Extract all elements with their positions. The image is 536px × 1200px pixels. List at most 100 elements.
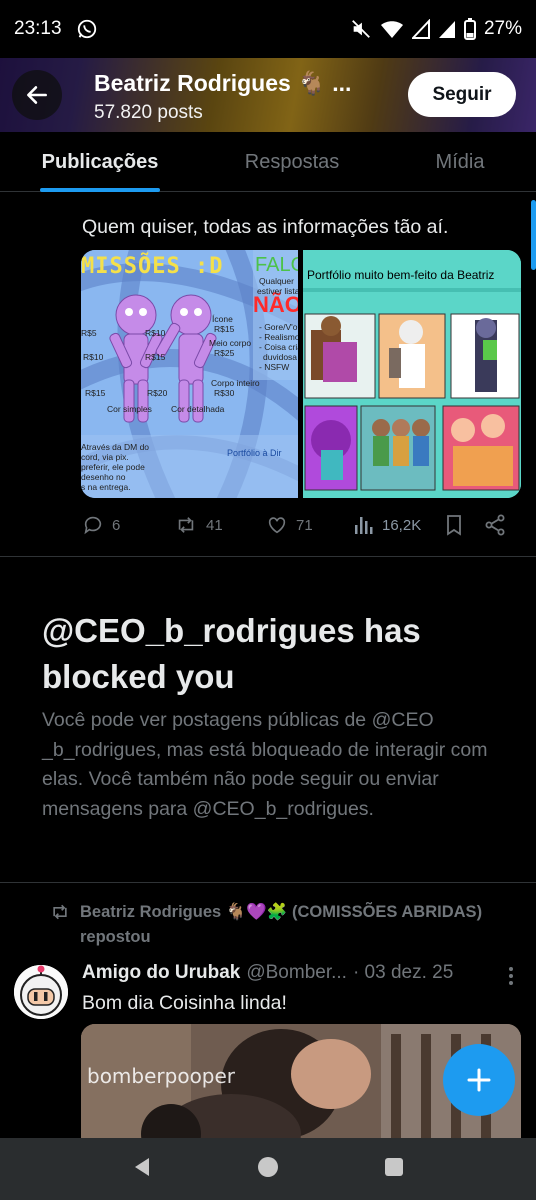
status-time: 23:13 bbox=[14, 18, 62, 39]
commission-text: R$5 bbox=[81, 328, 97, 338]
commission-text: - NSFW bbox=[259, 362, 290, 372]
commission-text: R$15 bbox=[85, 388, 106, 398]
mute-icon bbox=[350, 18, 372, 40]
commission-text: Através da DM do bbox=[81, 442, 150, 452]
author-handle[interactable]: @Bomber... bbox=[246, 962, 347, 984]
repost-icon bbox=[178, 517, 194, 533]
reply-button[interactable]: 6 bbox=[82, 514, 174, 536]
reply-icon bbox=[84, 516, 102, 535]
views-button[interactable]: 16,2K bbox=[354, 515, 444, 535]
nav-back-button[interactable] bbox=[131, 1155, 153, 1184]
tab-label: Publicações bbox=[41, 150, 159, 173]
repost-suffix: repostou bbox=[80, 928, 151, 946]
post-author-line: Amigo do Urubak @Bomber... · 03 dez. 25 bbox=[82, 962, 453, 984]
follow-button[interactable]: Seguir bbox=[408, 72, 516, 117]
circle-home-icon bbox=[257, 1156, 278, 1177]
heart-icon bbox=[268, 517, 286, 534]
bookmark-button[interactable] bbox=[444, 514, 484, 536]
tab-publicacoes[interactable]: Publicações bbox=[0, 132, 200, 192]
commission-text: R$15 bbox=[214, 324, 235, 334]
repost-author[interactable]: Beatriz Rodrigues 🐐💜🧩 (COMISSÕES ABRIDAS… bbox=[80, 903, 482, 921]
commission-text: desenho no bbox=[81, 472, 126, 482]
profile-tabs: Publicações Respostas Mídia bbox=[0, 132, 536, 192]
commission-text: - Gore/V'ol bbox=[259, 322, 298, 332]
commission-text: R$15 bbox=[145, 352, 166, 362]
commission-text: - Realismo bbox=[259, 332, 298, 342]
nav-recents-button[interactable] bbox=[383, 1156, 405, 1183]
post-date: · 03 dez. 25 bbox=[352, 962, 454, 983]
repost-count: 41 bbox=[206, 516, 223, 534]
commission-text: Cor simples bbox=[107, 404, 152, 414]
more-options-icon[interactable] bbox=[508, 966, 514, 991]
tab-label: Respostas bbox=[244, 150, 340, 173]
bookmark-icon bbox=[447, 515, 461, 536]
commission-text: Ícone bbox=[212, 314, 233, 324]
commission-text: - Coisa cria bbox=[259, 342, 298, 352]
tab-midia[interactable]: Mídia bbox=[384, 132, 536, 192]
divider bbox=[0, 556, 536, 557]
view-count: 16,2K bbox=[382, 516, 422, 534]
post-count: 57.820 posts bbox=[94, 102, 203, 123]
portfolio-image[interactable]: Portfólio muito bem-feito da Beatriz bbox=[303, 250, 521, 498]
commission-sheet-image[interactable]: MISSÕES :D FALO NÃO Qualquer estiver lis… bbox=[81, 250, 298, 498]
wifi-icon bbox=[380, 18, 404, 40]
portfolio-collage bbox=[303, 250, 521, 498]
signal-icon bbox=[411, 19, 430, 39]
square-recents-icon bbox=[384, 1157, 403, 1176]
commission-text: Portfólio à Dir bbox=[227, 448, 282, 458]
commission-text: cord, via pix. bbox=[81, 452, 129, 462]
blocked-title: @CEO_b_rodrigues has blocked you bbox=[42, 612, 421, 695]
repost-text: Beatriz Rodrigues 🐐💜🧩 (COMISSÕES ABRIDAS… bbox=[80, 900, 482, 950]
tab-label: Mídia bbox=[435, 150, 485, 173]
commission-text: s na entrega. bbox=[81, 482, 131, 492]
bomberman-avatar-icon bbox=[14, 965, 68, 1019]
battery-percent: 27% bbox=[483, 18, 522, 39]
status-bar: 23:13 27% bbox=[0, 0, 536, 58]
analytics-icon bbox=[355, 517, 373, 534]
commission-text: R$25 bbox=[214, 348, 235, 358]
portfolio-title: Portfólio muito bem-feito da Beatriz bbox=[307, 268, 495, 282]
whatsapp-icon bbox=[76, 18, 98, 40]
repost-indicator: Beatriz Rodrigues 🐐💜🧩 (COMISSÕES ABRIDAS… bbox=[50, 900, 530, 950]
blocked-description: Você pode ver postagens públicas de @CEO… bbox=[42, 709, 488, 820]
arrow-left-icon bbox=[27, 86, 47, 104]
author-name[interactable]: Amigo do Urubak bbox=[82, 962, 240, 984]
scrollbar[interactable] bbox=[531, 200, 536, 270]
battery-icon bbox=[463, 18, 476, 40]
avatar[interactable] bbox=[14, 965, 68, 1019]
repost-button[interactable]: 41 bbox=[174, 514, 266, 536]
post-media-grid[interactable]: MISSÕES :D FALO NÃO Qualquer estiver lis… bbox=[81, 250, 521, 498]
share-button[interactable] bbox=[484, 514, 514, 536]
plus-icon bbox=[467, 1068, 491, 1092]
commission-text: Qualquer bbox=[259, 276, 294, 286]
tab-respostas[interactable]: Respostas bbox=[200, 132, 384, 192]
video-watermark: bomberpooper bbox=[87, 1064, 236, 1088]
commission-text: Cor detalhada bbox=[171, 404, 225, 414]
triangle-back-icon bbox=[135, 1157, 150, 1176]
like-button[interactable]: 71 bbox=[266, 514, 354, 536]
divider bbox=[0, 882, 536, 883]
post-text: Bom dia Coisinha linda! bbox=[82, 992, 287, 1014]
signal-icon bbox=[438, 19, 456, 39]
commission-text: R$10 bbox=[145, 328, 166, 338]
commission-text: preferir, ele pode bbox=[81, 462, 145, 472]
post-actions: 6 41 71 16,2K bbox=[82, 510, 522, 540]
profile-name: Beatriz Rodrigues 🐐 ... bbox=[94, 70, 352, 96]
share-icon bbox=[485, 514, 505, 536]
nav-home-button[interactable] bbox=[256, 1155, 280, 1184]
post-text: Quem quiser, todas as informações tão aí… bbox=[82, 216, 449, 238]
repost-icon bbox=[53, 904, 67, 920]
commission-text: duvidosa bbox=[263, 352, 298, 362]
commission-text: R$20 bbox=[147, 388, 168, 398]
tab-active-indicator bbox=[40, 188, 160, 192]
compose-button[interactable] bbox=[443, 1044, 515, 1116]
commission-text: R$30 bbox=[214, 388, 235, 398]
commission-text: estiver lista bbox=[257, 286, 298, 296]
back-button[interactable] bbox=[12, 70, 62, 120]
commission-subtitle: FALO bbox=[255, 254, 298, 276]
system-nav-bar bbox=[0, 1138, 536, 1200]
commission-title: MISSÕES :D bbox=[81, 254, 224, 279]
reply-count: 6 bbox=[112, 516, 121, 534]
profile-header: Beatriz Rodrigues 🐐 ... 57.820 posts Seg… bbox=[0, 58, 536, 132]
commission-text: Corpo inteiro bbox=[211, 378, 260, 388]
